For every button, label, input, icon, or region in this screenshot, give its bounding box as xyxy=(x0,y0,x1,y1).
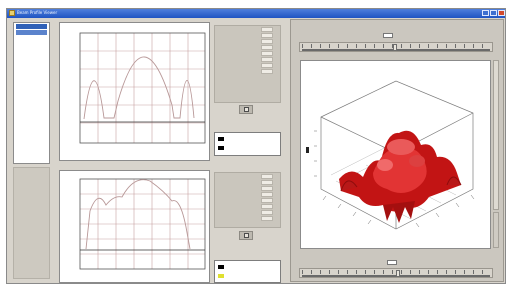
surface-mesh xyxy=(339,130,462,223)
scrollbar-lower[interactable] xyxy=(493,212,499,248)
list-item[interactable] xyxy=(16,30,47,35)
maximize-icon[interactable] xyxy=(490,10,497,16)
bottom-slider-thumb[interactable] xyxy=(396,270,400,277)
legend-bottom xyxy=(214,260,281,283)
surface-plot-svg xyxy=(306,80,475,230)
profile-plot-top-svg xyxy=(79,32,206,144)
vertical-scrollbar[interactable] xyxy=(493,60,499,210)
surface-panel xyxy=(290,19,504,282)
surface-plot[interactable] xyxy=(300,60,491,249)
app-icon xyxy=(9,10,15,16)
top-slider[interactable] xyxy=(299,42,493,52)
swatch-list-bottom xyxy=(261,174,273,222)
profile-plot-bottom xyxy=(59,170,210,283)
profile-plot-bottom-svg xyxy=(79,178,206,270)
profile-curve xyxy=(85,179,191,250)
graph-palette-icon xyxy=(244,107,249,112)
file-list[interactable] xyxy=(13,22,50,164)
list-item[interactable] xyxy=(16,24,47,29)
profile-plot-top xyxy=(59,22,210,161)
z-axis-marker xyxy=(306,147,309,153)
graph-palette-icon xyxy=(244,233,249,238)
legend-top xyxy=(214,132,281,156)
minimize-icon[interactable] xyxy=(482,10,489,16)
window-title: Beam Profile Viewer xyxy=(17,10,58,15)
scope-button-top[interactable] xyxy=(239,105,253,114)
swatch-list-top xyxy=(261,27,273,75)
left-panel-area xyxy=(13,167,50,279)
top-slider-value[interactable] xyxy=(383,33,393,38)
bottom-slider-value[interactable] xyxy=(387,260,397,265)
close-icon[interactable] xyxy=(498,10,505,16)
app-window: Beam Profile Viewer xyxy=(6,8,506,284)
top-slider-thumb[interactable] xyxy=(393,44,397,51)
bottom-slider[interactable] xyxy=(299,268,493,278)
profile-curve xyxy=(83,56,195,120)
scope-button-bottom[interactable] xyxy=(239,231,253,240)
title-bar[interactable]: Beam Profile Viewer xyxy=(7,9,505,18)
